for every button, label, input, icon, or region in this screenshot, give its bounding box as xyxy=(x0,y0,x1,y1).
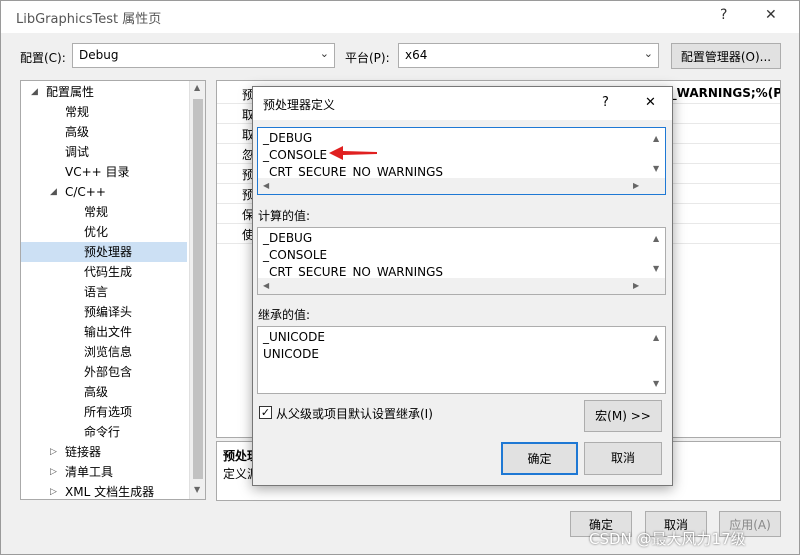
scroll-thumb[interactable] xyxy=(193,99,203,479)
config-select[interactable]: Debug ⌄ xyxy=(72,43,335,68)
inherited-line: _UNICODE xyxy=(263,330,325,344)
chevron-down-icon: ⌄ xyxy=(643,47,653,60)
computed-values: _DEBUG _CONSOLE _CRT_SECURE_NO_WARNINGS … xyxy=(257,227,666,295)
scroll-right-icon[interactable]: ▶ xyxy=(633,181,639,190)
tree-item[interactable]: 高级 xyxy=(21,122,187,142)
tree-item[interactable]: 所有选项 xyxy=(21,402,187,422)
inherited-label: 继承的值: xyxy=(258,308,311,322)
scroll-down-icon[interactable]: ▼ xyxy=(653,164,659,173)
tree-item[interactable]: 调试 xyxy=(21,142,187,162)
horizontal-scrollbar[interactable]: ◀ ▶ xyxy=(258,178,665,194)
computed-line: _CONSOLE xyxy=(263,248,328,262)
tree-item[interactable]: ▷ 链接器 xyxy=(21,442,187,462)
platform-label: 平台(P): xyxy=(345,51,390,65)
tree-item[interactable]: 代码生成 xyxy=(21,262,187,282)
definitions-edit[interactable]: _DEBUG _CONSOLE _CRT_SECURE_NO_WARNINGS … xyxy=(257,127,666,195)
edit-line: _CRT_SECURE_NO_WARNINGS xyxy=(263,165,444,179)
tree-item[interactable]: 优化 xyxy=(21,222,187,242)
tree-item[interactable]: 高级 xyxy=(21,382,187,402)
scroll-down-icon[interactable]: ▼ xyxy=(194,485,200,494)
scroll-left-icon[interactable]: ◀ xyxy=(263,181,269,190)
tree-item[interactable]: 命令行 xyxy=(21,422,187,442)
scroll-down-icon[interactable]: ▼ xyxy=(653,379,659,388)
scroll-down-icon[interactable]: ▼ xyxy=(653,264,659,273)
computed-label: 计算的值: xyxy=(258,209,311,223)
tree-item[interactable]: 常规 xyxy=(21,202,187,222)
tree-item[interactable]: VC++ 目录 xyxy=(21,162,187,182)
scroll-up-icon[interactable]: ▲ xyxy=(653,234,659,243)
config-label: 配置(C): xyxy=(20,51,66,65)
annotation-arrow-icon xyxy=(329,146,377,160)
title-bar: LibGraphicsTest 属性页 ? ✕ xyxy=(1,1,799,33)
chevron-down-icon: ⌄ xyxy=(319,47,329,60)
collapsed-icon[interactable]: ▷ xyxy=(50,482,57,499)
expanded-icon[interactable]: ◢ xyxy=(50,182,57,202)
inherited-values: _UNICODE UNICODE ▲ ▼ xyxy=(257,326,666,394)
tree-item[interactable]: ◢ 配置属性 xyxy=(21,82,187,102)
edit-line: _CONSOLE xyxy=(263,148,328,162)
close-icon[interactable]: ✕ xyxy=(765,7,777,23)
inherit-checkbox[interactable]: ✓ xyxy=(259,406,272,419)
tree-item[interactable]: ▷ 清单工具 xyxy=(21,462,187,482)
dialog-ok-button[interactable]: 确定 xyxy=(501,442,578,475)
scroll-up-icon[interactable]: ▲ xyxy=(653,333,659,342)
config-manager-button[interactable]: 配置管理器(O)... xyxy=(671,43,781,69)
tree-item-selected[interactable]: 预处理器 xyxy=(21,242,187,262)
window-title: LibGraphicsTest 属性页 xyxy=(16,12,162,27)
scroll-left-icon[interactable]: ◀ xyxy=(263,281,269,290)
help-icon[interactable]: ? xyxy=(602,95,609,110)
dialog-title: 预处理器定义 xyxy=(263,98,336,112)
scroll-up-icon[interactable]: ▲ xyxy=(653,134,659,143)
tree-item[interactable]: ◢ C/C++ xyxy=(21,182,187,202)
config-select-value: Debug xyxy=(79,48,119,62)
dialog-title-bar: 预处理器定义 ? ✕ xyxy=(253,87,672,120)
help-icon[interactable]: ? xyxy=(720,7,727,23)
preprocessor-dialog: 预处理器定义 ? ✕ _DEBUG _CONSOLE _CRT_SECURE_N… xyxy=(252,86,673,486)
tree-item[interactable]: 外部包含 xyxy=(21,362,187,382)
inherit-checkbox-label[interactable]: 从父级或项目默认设置继承(I) xyxy=(276,405,433,422)
close-icon[interactable]: ✕ xyxy=(645,95,656,110)
scroll-up-icon[interactable]: ▲ xyxy=(194,83,200,92)
annotation-arrow-shape xyxy=(329,146,377,160)
dialog-cancel-button[interactable]: 取消 xyxy=(584,442,662,475)
tree-item[interactable]: 常规 xyxy=(21,102,187,122)
tree-scrollbar[interactable]: ▲ ▼ xyxy=(189,81,205,499)
collapsed-icon[interactable]: ▷ xyxy=(50,462,57,482)
watermark-text: CSDN @最大风力17级 xyxy=(589,530,746,548)
tree-item[interactable]: 语言 xyxy=(21,282,187,302)
horizontal-scrollbar[interactable]: ◀ ▶ xyxy=(258,278,665,294)
tree-item[interactable]: 预编译头 xyxy=(21,302,187,322)
tree-item[interactable]: ▷ XML 文档生成器 xyxy=(21,482,187,499)
platform-select-value: x64 xyxy=(405,48,428,62)
tree-item[interactable]: 浏览信息 xyxy=(21,342,187,362)
tree-item[interactable]: 输出文件 xyxy=(21,322,187,342)
scroll-right-icon[interactable]: ▶ xyxy=(633,281,639,290)
macro-button[interactable]: 宏(M) >> xyxy=(584,400,662,432)
platform-select[interactable]: x64 ⌄ xyxy=(398,43,659,68)
expanded-icon[interactable]: ◢ xyxy=(31,82,38,102)
computed-line: _CRT_SECURE_NO_WARNINGS xyxy=(263,265,444,279)
inherited-line: UNICODE xyxy=(263,347,319,361)
collapsed-icon[interactable]: ▷ xyxy=(50,442,57,462)
property-tree: ◢ 配置属性 常规 高级 调试 VC++ 目录 ◢ C/C++ 常规 优化 预处… xyxy=(20,80,206,500)
edit-line: _DEBUG xyxy=(263,131,313,145)
computed-line: _DEBUG xyxy=(263,231,313,245)
